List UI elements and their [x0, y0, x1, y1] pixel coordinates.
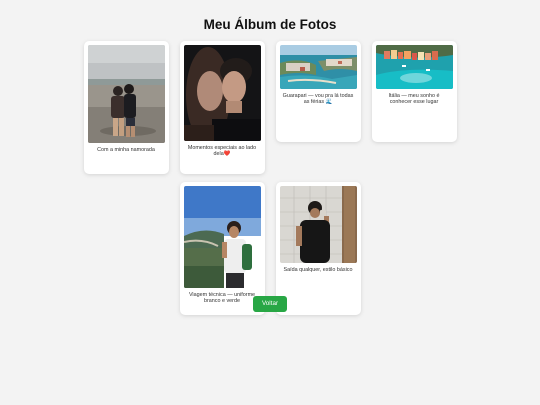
photo-caption: Guarapari — vou pra lá todas as férias 🌊: [282, 93, 354, 106]
page-title: Meu Álbum de Fotos: [203, 17, 337, 33]
man-on-lookout-photo: [183, 186, 261, 288]
photo-card: Saída qualquer, estilo básico: [275, 182, 361, 315]
photo-caption: Itália — meu sonho é conhecer esse lugar: [388, 93, 440, 106]
photo-card: Itália — meu sonho é conhecer esse lugar: [371, 41, 457, 142]
album-page: Meu Álbum de Fotos Com a minha namorada …: [0, 0, 540, 405]
photo-caption: Momentos especiais ao lado dela❤️: [187, 145, 257, 158]
photo-card: Guarapari — vou pra lá todas as férias 🌊: [275, 41, 361, 142]
photo-caption: Saída qualquer, estilo básico: [283, 267, 353, 273]
italy-coastal-village-photo: [375, 45, 453, 89]
photo-caption: Viagem técnica — uniforme branco e verde: [188, 292, 256, 305]
photo-card: Com a minha namorada: [83, 41, 169, 174]
mirror-selfie-photo: [279, 186, 357, 263]
couple-kiss-photo: [183, 45, 261, 141]
photo-caption: Com a minha namorada: [97, 147, 155, 153]
photo-card: Momentos especiais ao lado dela❤️: [179, 41, 265, 174]
guarapari-coast-photo: [279, 45, 357, 89]
photo-card: Viagem técnica — uniforme branco e verde: [179, 182, 265, 315]
couple-on-beach-photo: [87, 45, 165, 143]
back-button[interactable]: Voltar: [253, 296, 287, 312]
photo-gallery: Com a minha namorada Momentos especiais …: [41, 41, 499, 315]
